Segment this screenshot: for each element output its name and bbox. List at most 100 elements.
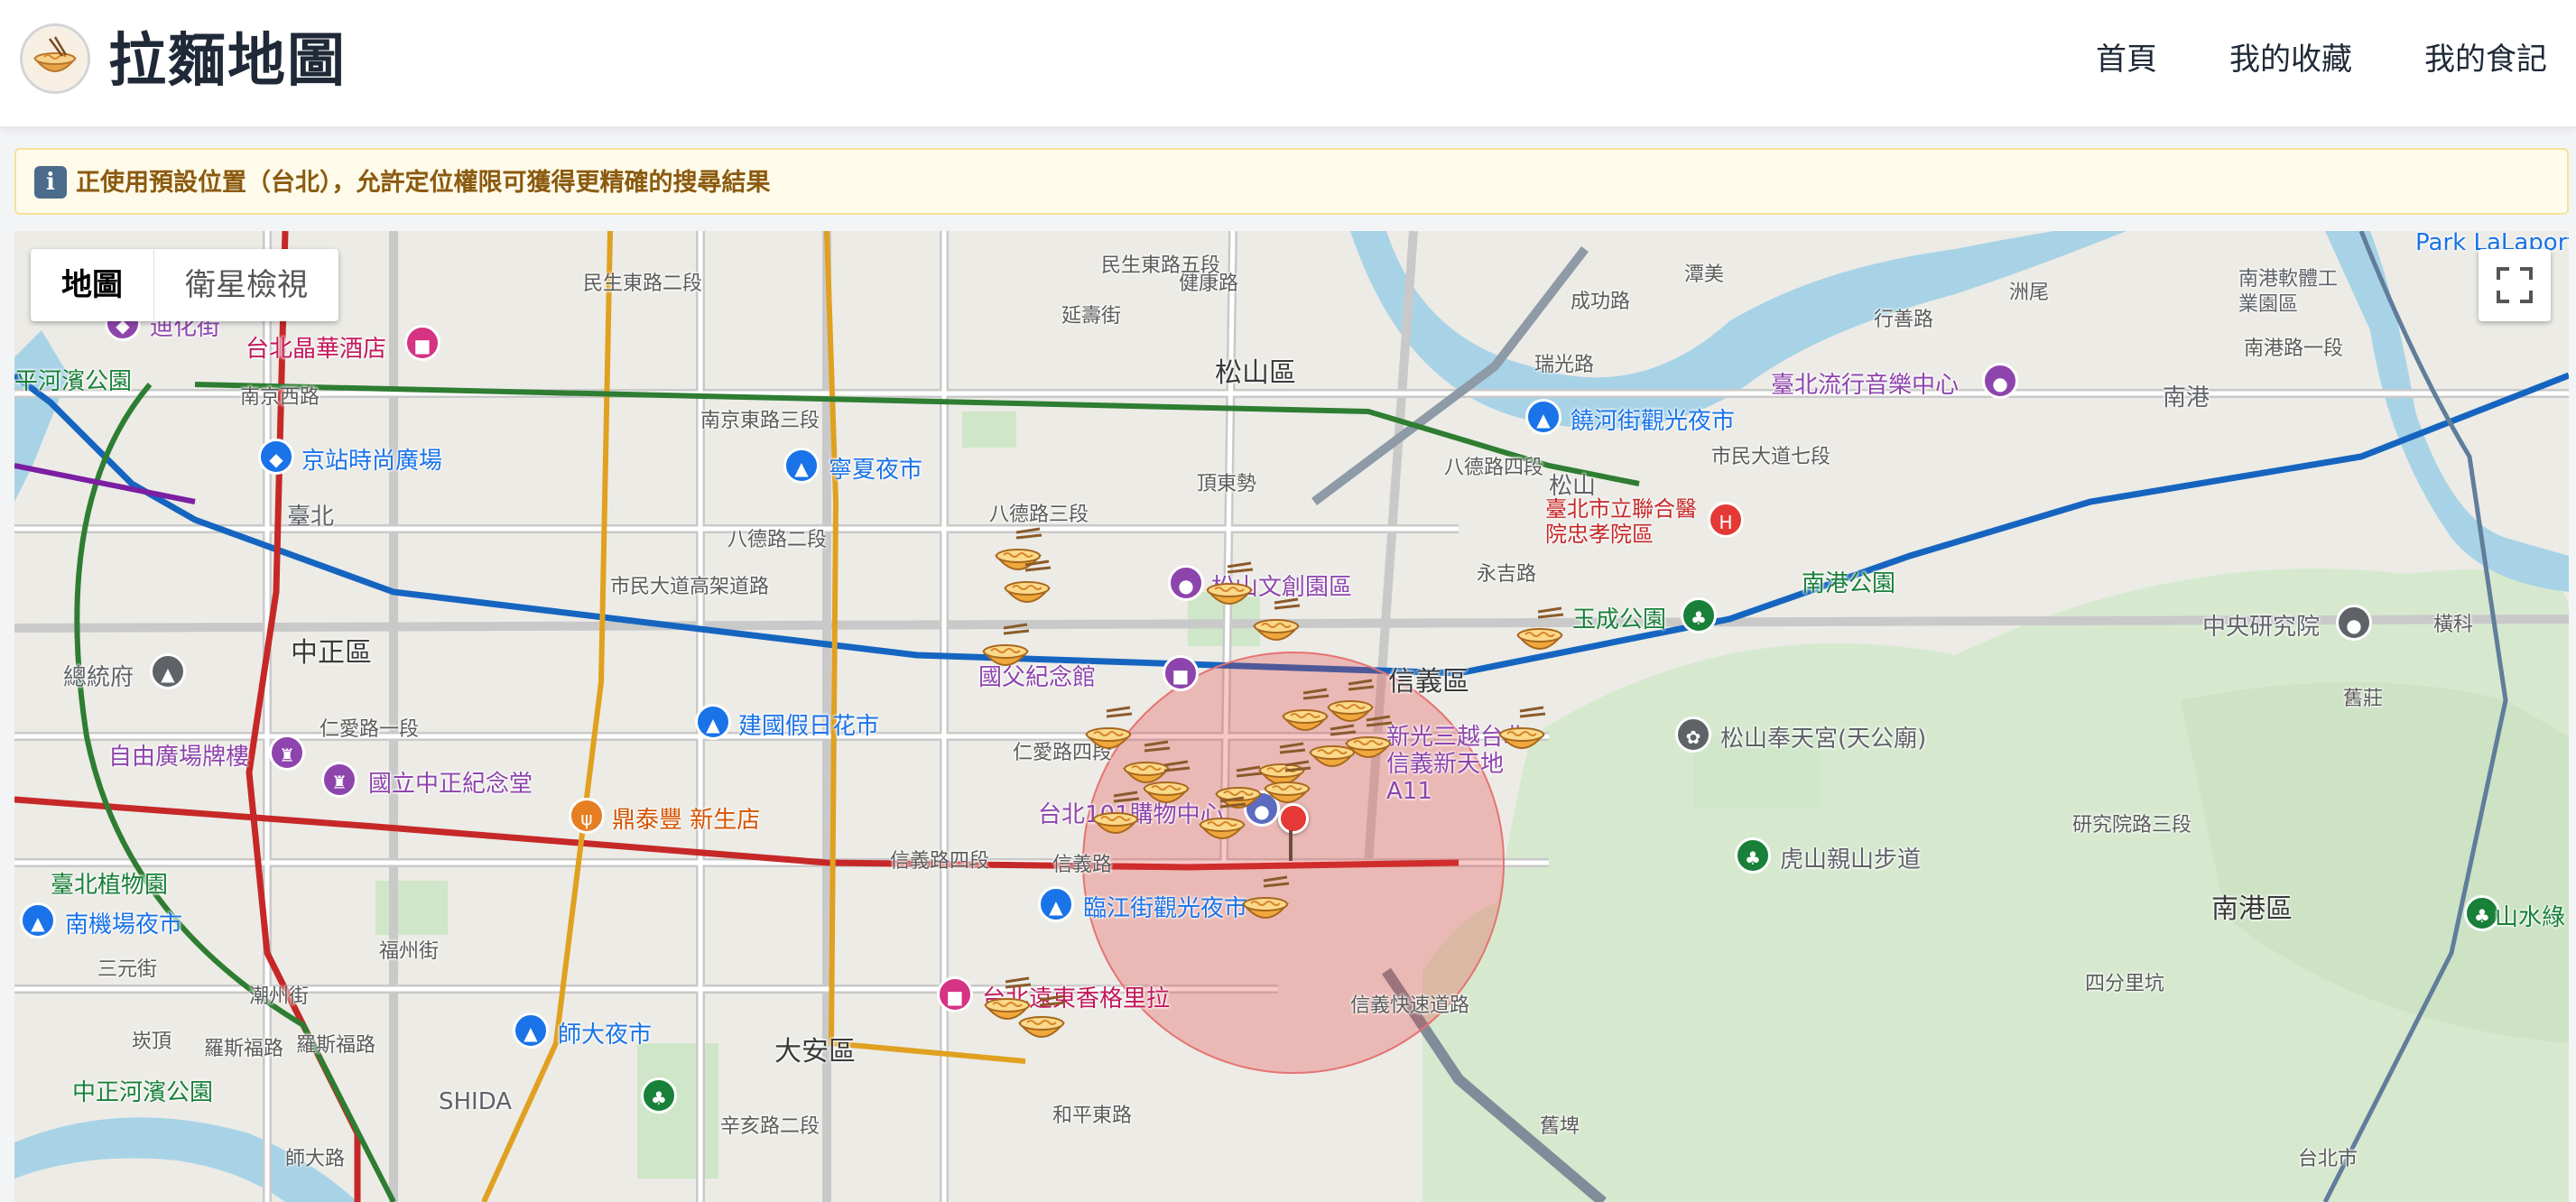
road-label: 八德路四段 xyxy=(1444,457,1544,479)
ramen-bowl-marker-icon[interactable] xyxy=(1493,704,1551,762)
poi-label[interactable]: 鼎泰豐 新生店 xyxy=(612,801,760,835)
landmark-pin-icon[interactable]: ♜ xyxy=(321,762,357,798)
road-label: 市民大道高架道路 xyxy=(610,576,770,598)
landmark-pin-icon[interactable]: ♜ xyxy=(269,735,305,771)
map-type-roadmap-button[interactable]: 地圖 xyxy=(31,249,154,321)
ramen-bowl-marker-icon[interactable] xyxy=(1237,874,1294,931)
culture-pin-icon[interactable]: ● xyxy=(1982,363,2018,399)
poi-label[interactable]: 建國假日花市 xyxy=(738,707,879,741)
poi-label[interactable]: 臺北流行音樂中心 xyxy=(1771,366,1959,400)
location-notice-banner: i 正使用預設位置（台北），允許定位權限可獲得更精確的搜尋結果 xyxy=(14,148,2569,215)
map-type-control: 地圖 衛星檢視 xyxy=(31,249,338,321)
district-label: 信義區 xyxy=(1388,666,1469,698)
road-label: 民生東路二段 xyxy=(583,273,703,295)
road-label: 台北市 xyxy=(2298,1148,2358,1170)
poi-label[interactable]: 寧夏夜市 xyxy=(829,451,922,485)
map-view[interactable]: 松山區 中正區 信義區 大安區 南港區 民生東路二段 南京東路三段 南京西路 市… xyxy=(14,231,2569,1202)
road-label: 行善路 xyxy=(1874,309,1934,331)
market-pin-icon[interactable]: ▲ xyxy=(695,704,731,740)
district-label: 大安區 xyxy=(774,1036,856,1068)
ramen-bowl-marker-icon[interactable] xyxy=(977,621,1034,679)
ramen-bowl-marker-icon[interactable] xyxy=(1511,605,1569,662)
road-label: 師大路 xyxy=(285,1148,346,1170)
poi-label[interactable]: 南港軟體工業園區 xyxy=(2238,267,2347,318)
nav-favorites[interactable]: 我的收藏 xyxy=(2193,34,2388,85)
road-label: 永吉路 xyxy=(1477,563,1537,586)
fullscreen-button[interactable] xyxy=(2479,249,2551,321)
ramen-logo-icon[interactable] xyxy=(20,23,90,94)
poi-label[interactable]: 南港 xyxy=(2163,379,2210,412)
poi-label[interactable]: 南港公園 xyxy=(1802,565,1895,598)
market-pin-icon[interactable]: ▲ xyxy=(513,1012,549,1049)
user-location-pin-stem xyxy=(1289,830,1293,861)
nav-food-diary[interactable]: 我的食記 xyxy=(2388,34,2547,85)
hiking-pin-icon[interactable]: ♣ xyxy=(1735,837,1771,874)
fullscreen-icon xyxy=(2497,267,2533,303)
road-label: 潮州街 xyxy=(249,985,310,1008)
app-title[interactable]: 拉麵地圖 xyxy=(108,23,347,99)
road-label: 福州街 xyxy=(379,940,440,963)
poi-label[interactable]: 虎山親山步道 xyxy=(1780,841,1921,874)
market-pin-icon[interactable]: ▲ xyxy=(783,448,820,484)
hotel-pin-icon[interactable]: ■ xyxy=(937,976,973,1012)
road-label: 八德路二段 xyxy=(727,529,828,551)
park-pin-icon[interactable]: ♣ xyxy=(1681,597,1717,633)
poi-label[interactable]: 國立中正紀念堂 xyxy=(368,765,533,799)
museum-pin-icon[interactable]: ■ xyxy=(1163,655,1199,691)
main-nav: 首頁 我的收藏 我的食記 xyxy=(2060,34,2547,85)
poi-label[interactable]: 平河濱公園 xyxy=(14,363,132,396)
road-label: 南港路一段 xyxy=(2244,337,2344,360)
culture-pin-icon[interactable]: ● xyxy=(1168,565,1204,601)
road-label: 南京東路三段 xyxy=(700,410,820,432)
road-label: 三元街 xyxy=(97,958,158,981)
road-label: 南京西路 xyxy=(240,386,320,409)
hospital-pin-icon[interactable]: H xyxy=(1708,502,1744,538)
poi-label[interactable]: 臨江街觀光夜市 xyxy=(1083,890,1247,923)
poi-label[interactable]: SHIDA xyxy=(439,1088,512,1115)
poi-label[interactable]: 台北晶華酒店 xyxy=(246,330,386,364)
road-label: 羅斯福路 xyxy=(296,1034,376,1057)
ramen-bowl-marker-icon[interactable] xyxy=(998,558,1056,615)
road-label: 市民大道七段 xyxy=(1711,446,1831,468)
temple-pin-icon[interactable]: ✿ xyxy=(1675,717,1711,753)
poi-label[interactable]: 玉成公園 xyxy=(1572,601,1666,634)
poi-label[interactable]: 京站時尚廣場 xyxy=(301,442,442,476)
road-label: 信義快速道路 xyxy=(1350,994,1470,1017)
road-label: 信義路 xyxy=(1052,854,1113,876)
road-label: 信義路四段 xyxy=(890,850,990,873)
market-pin-icon[interactable]: ▲ xyxy=(20,902,56,938)
ramen-bowl-marker-icon[interactable] xyxy=(1247,596,1305,653)
ramen-bowl-marker-icon[interactable] xyxy=(1013,993,1070,1050)
ramen-bowl-marker-icon[interactable] xyxy=(1339,713,1397,771)
poi-label[interactable]: 自由廣場牌樓 xyxy=(108,738,249,772)
poi-label[interactable]: 山水綠 xyxy=(2495,899,2565,932)
ramen-bowl-marker-icon[interactable] xyxy=(1087,789,1144,846)
road-label: 研究院路三段 xyxy=(2072,814,2192,837)
ramen-bowl-marker-icon[interactable] xyxy=(1193,794,1251,852)
map-type-satellite-button[interactable]: 衛星檢視 xyxy=(154,249,338,321)
ramen-bowl-marker-icon[interactable] xyxy=(1137,758,1195,816)
poi-label[interactable]: 南機場夜市 xyxy=(65,906,182,939)
poi-label[interactable]: 臺北 xyxy=(287,498,334,532)
poi-label[interactable]: 總統府 xyxy=(63,659,134,692)
road-label: 舊莊 xyxy=(2343,688,2384,710)
poi-label[interactable]: 師大夜市 xyxy=(558,1016,652,1049)
poi-label[interactable]: 臺北市立聯合醫院忠孝院區 xyxy=(1545,496,1717,547)
market-pin-icon[interactable]: ▲ xyxy=(1525,399,1561,435)
ramen-bowl-marker-icon[interactable] xyxy=(1258,758,1316,816)
nav-home[interactable]: 首頁 xyxy=(2060,34,2193,85)
market-pin-icon[interactable]: ▲ xyxy=(1038,886,1074,922)
poi-label[interactable]: 中央研究院 xyxy=(2202,608,2320,642)
road-label: 橫科 xyxy=(2433,614,2474,636)
park-pin-icon[interactable]: ♣ xyxy=(641,1077,677,1114)
poi-label[interactable]: 松山奉天宮(天公廟) xyxy=(1720,720,1926,754)
poi-label[interactable]: 饒河街觀光夜市 xyxy=(1571,402,1735,436)
poi-label[interactable]: 中正河濱公園 xyxy=(72,1074,213,1107)
road-label: 成功路 xyxy=(1571,291,1631,313)
poi-label[interactable]: 臺北植物園 xyxy=(51,866,168,900)
hotel-pin-icon[interactable]: ■ xyxy=(404,325,440,361)
shopping-pin-icon[interactable]: ◆ xyxy=(258,439,294,475)
institute-pin-icon[interactable]: ● xyxy=(2336,605,2372,641)
restaurant-pin-icon[interactable]: ψ xyxy=(569,798,605,834)
government-pin-icon[interactable]: ▲ xyxy=(150,653,186,689)
